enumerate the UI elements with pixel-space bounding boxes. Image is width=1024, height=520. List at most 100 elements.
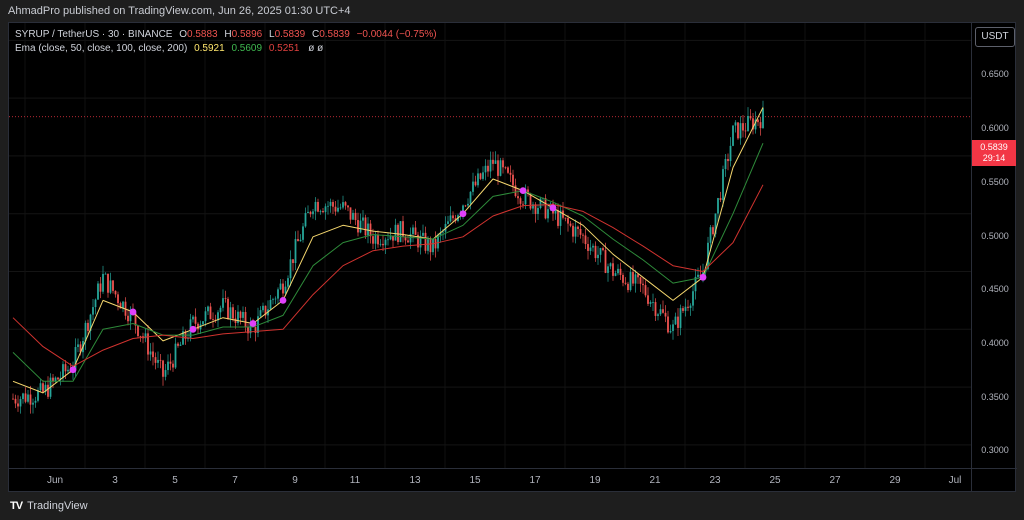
candle-body: [507, 167, 509, 173]
candle-body: [92, 307, 94, 315]
candle-body: [104, 273, 107, 275]
high-value: 0.5896: [231, 29, 263, 40]
ema-indicator-label[interactable]: Ema (close, 50, close, 100, close, 200): [15, 43, 187, 54]
candle-body: [159, 359, 162, 361]
candle-body: [352, 212, 354, 220]
candle-body: [469, 191, 472, 204]
candle-body: [749, 115, 752, 119]
crossover-marker[interactable]: [189, 325, 197, 333]
candle-body: [759, 122, 762, 129]
chart-frame[interactable]: SYRUP / TetherUS · 30 · BINANCE O0.5883 …: [8, 22, 1017, 493]
candle-body: [447, 221, 449, 224]
candle-body: [499, 160, 502, 176]
candle-body: [747, 115, 749, 132]
candle-body: [24, 393, 27, 402]
candle-body: [627, 283, 629, 291]
candle-body: [617, 268, 619, 274]
candle-body: [424, 232, 427, 251]
crossover-marker[interactable]: [249, 320, 257, 327]
candle-body: [339, 207, 342, 209]
candle-body: [179, 344, 182, 346]
candle-body: [579, 228, 582, 235]
symbol-label[interactable]: SYRUP / TetherUS · 30 · BINANCE: [15, 29, 172, 40]
crossover-marker[interactable]: [699, 273, 707, 281]
candle-body: [582, 234, 584, 236]
crossover-marker[interactable]: [519, 187, 527, 194]
candle-body: [422, 232, 424, 236]
candle-body: [337, 207, 339, 212]
candle-body: [64, 364, 67, 372]
candle-body: [657, 314, 659, 316]
candle-body: [452, 215, 454, 219]
brand[interactable]: TV TradingView: [10, 500, 88, 512]
candle-body: [302, 226, 304, 240]
candle-body: [744, 130, 747, 132]
candle-body: [644, 285, 647, 296]
date-tick: 3: [112, 475, 118, 486]
candle-body: [364, 217, 367, 236]
candle-body: [604, 250, 607, 273]
candle-body: [319, 211, 322, 212]
candle-body: [412, 227, 414, 235]
crossover-marker[interactable]: [279, 297, 287, 304]
candle-body: [139, 336, 142, 337]
candle-body: [587, 244, 589, 251]
candle-body: [429, 239, 432, 253]
crossover-marker[interactable]: [69, 366, 77, 374]
candle-body: [762, 108, 764, 129]
candle-body: [164, 370, 167, 377]
candle-body: [207, 306, 209, 312]
candle-body: [567, 218, 569, 224]
time-axis[interactable]: [9, 468, 971, 493]
candle-body: [472, 181, 474, 192]
candle-body: [232, 307, 234, 319]
candle-body: [432, 239, 434, 253]
ema100-line: [12, 143, 764, 382]
candle-body: [682, 308, 684, 311]
candle-body: [544, 198, 547, 219]
candle-body: [597, 254, 599, 259]
price-tick: 0.6000: [981, 123, 1009, 133]
candle-body: [599, 248, 602, 255]
candle-body: [254, 327, 257, 333]
currency-button[interactable]: USDT: [975, 27, 1015, 47]
candle-body: [592, 245, 594, 248]
candle-body: [202, 321, 204, 325]
candle-body: [162, 360, 164, 377]
candle-body: [589, 247, 592, 251]
candle-body: [737, 122, 739, 139]
candle-body: [729, 145, 732, 162]
candle-body: [239, 311, 242, 318]
candle-body: [399, 221, 402, 243]
candle-body: [177, 343, 179, 346]
date-tick: 7: [232, 475, 238, 486]
candle-body: [449, 215, 452, 222]
candle-body: [659, 309, 662, 315]
low-value: 0.5839: [274, 29, 306, 40]
open-label: O: [179, 29, 188, 40]
candle-body: [307, 211, 309, 214]
candle-body: [512, 174, 514, 186]
publish-header: AhmadPro published on TradingView.com, J…: [0, 0, 1024, 22]
axis-corner: [971, 468, 1017, 493]
crossover-marker[interactable]: [129, 308, 137, 316]
bar-countdown: 29:14: [982, 153, 1006, 163]
crossover-marker[interactable]: [549, 204, 557, 212]
price-tick: 0.4500: [981, 284, 1009, 294]
price-plot[interactable]: [9, 23, 971, 468]
candle-body: [127, 315, 129, 322]
candle-body: [574, 226, 577, 237]
date-tick: 17: [529, 475, 541, 486]
candle-body: [17, 403, 19, 407]
candle-body: [112, 280, 114, 291]
candle-body: [652, 302, 654, 303]
candle-body: [109, 280, 112, 293]
candle-body: [649, 302, 652, 304]
crossover-marker[interactable]: [459, 210, 467, 218]
candle-body: [464, 205, 467, 207]
candle-body: [312, 211, 314, 215]
ema100-value: 0.5609: [231, 43, 263, 54]
candle-body: [149, 351, 152, 355]
candle-body: [342, 202, 344, 208]
candle-body: [299, 239, 302, 242]
